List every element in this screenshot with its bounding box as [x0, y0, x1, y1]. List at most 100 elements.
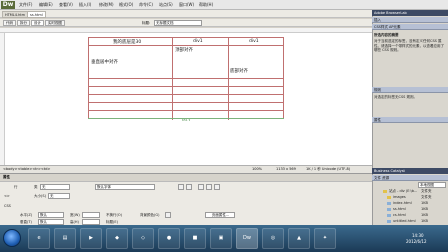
- width-input[interactable]: [82, 212, 100, 218]
- table-cell[interactable]: div1: [193, 39, 203, 44]
- table-cell[interactable]: 底部对齐: [230, 68, 248, 74]
- file-size: 1KB: [421, 213, 428, 217]
- taskbar-app-icon[interactable]: ■: [184, 228, 206, 249]
- layout-table[interactable]: 我的底层是30 div1 div1 垂直居中对齐 顶部对齐 底部对齐: [88, 37, 284, 120]
- menu-view[interactable]: 查看(V): [59, 2, 73, 8]
- menu-site[interactable]: 站点(S): [159, 2, 173, 8]
- table-cell[interactable]: div1: [249, 39, 259, 44]
- font-select[interactable]: 默认字体: [95, 184, 155, 190]
- clock-time[interactable]: 14:30: [412, 233, 424, 238]
- file-info: 1K / 1 秒 Unicode (UTF-8): [306, 167, 351, 171]
- window-size[interactable]: 1133 x 569: [276, 166, 296, 173]
- css-icon: CSS: [4, 204, 11, 208]
- file-size: 1KB: [421, 219, 428, 223]
- horz-label: 水平(Z): [20, 213, 33, 217]
- file-icon: [387, 213, 391, 217]
- file-list-item[interactable]: untitled.html: [387, 219, 416, 224]
- file-size: 1KB: [421, 201, 428, 205]
- taskbar-media-icon[interactable]: ▶: [80, 228, 102, 249]
- size-select[interactable]: 无: [48, 193, 70, 199]
- menu-modify[interactable]: 修改(M): [99, 2, 114, 8]
- menu-help[interactable]: 帮助(H): [199, 2, 213, 8]
- align-right-icon[interactable]: [214, 184, 220, 190]
- class-label: 类: [34, 185, 38, 189]
- taskbar-app-icon[interactable]: ▣: [210, 228, 232, 249]
- file-icon: [387, 201, 391, 205]
- file-list-item[interactable]: ss.html: [387, 207, 406, 212]
- folder-icon: [383, 189, 387, 193]
- file-size: 文件夹: [421, 195, 432, 199]
- taskbar-app-icon[interactable]: ▲: [288, 228, 310, 249]
- html-icon: <>: [4, 194, 10, 198]
- properties-header[interactable]: 属性: [0, 173, 372, 181]
- browserlab-header[interactable]: Adobe BrowserLab: [372, 10, 448, 16]
- class-select[interactable]: 无: [40, 184, 70, 190]
- italic-icon[interactable]: [186, 184, 192, 190]
- local-view-select[interactable]: 本地视图: [418, 182, 446, 188]
- menu-commands[interactable]: 命令(C): [139, 2, 153, 8]
- properties-panel: 行 <> CSS 类 无 默认字体 大小(S) 无 水平(Z) 默认 垂直(T)…: [0, 181, 372, 225]
- menu-format[interactable]: 格式(O): [119, 2, 133, 8]
- clock-date[interactable]: 2012/6/12: [406, 239, 427, 244]
- tag-selector[interactable]: <body><table><tr><td>: [3, 166, 50, 173]
- folder-icon: [387, 195, 391, 199]
- taskbar-app-icon[interactable]: ◎: [262, 228, 284, 249]
- taskbar-app-icon[interactable]: ◇: [132, 228, 154, 249]
- file-list-item[interactable]: images: [387, 195, 406, 200]
- taskbar-app-icon[interactable]: ✦: [314, 228, 336, 249]
- align-center-icon[interactable]: [206, 184, 212, 190]
- app-logo: Dw: [1, 1, 15, 9]
- live-view-button[interactable]: 实时视图: [45, 20, 65, 26]
- table-width-indicator[interactable]: 651 ▾: [88, 118, 284, 122]
- file-icon: [387, 207, 391, 211]
- document-tab-bar: [0, 10, 372, 18]
- status-bar: <body><table><tr><td> 100% 1133 x 569 1K…: [0, 165, 372, 173]
- width-label: 宽(W): [70, 213, 80, 217]
- row-label: 行: [14, 185, 18, 189]
- taskbar-explorer-icon[interactable]: ▤: [54, 228, 76, 249]
- file-list-item[interactable]: cs.html: [387, 213, 406, 218]
- menu-edit[interactable]: 编辑(E): [39, 2, 53, 8]
- start-button[interactable]: [3, 229, 21, 247]
- file-list-item[interactable]: index.html: [387, 201, 412, 206]
- file-size: 文件夹: [421, 189, 432, 193]
- page-properties-button[interactable]: 页面属性...: [205, 212, 235, 218]
- css-styles-tab[interactable]: CSS样式 AP元素: [372, 24, 448, 30]
- menu-window[interactable]: 窗口(W): [179, 2, 194, 8]
- menu-insert[interactable]: 插入(I): [79, 2, 91, 8]
- nowrap-label[interactable]: 不换行(O): [106, 213, 122, 218]
- design-view-button[interactable]: 设计: [31, 20, 44, 26]
- css-summary-text: 对于当前选定的标签，没有定义任何CSS 属性。请选择一个带样式的元素，以查看应用…: [374, 39, 444, 52]
- taskbar-app-icon[interactable]: ◆: [106, 228, 128, 249]
- system-tray: 14:30 2012/6/12: [372, 228, 448, 249]
- rules-header[interactable]: 规则: [372, 87, 448, 93]
- file-size: 1KB: [421, 207, 428, 211]
- table-cell[interactable]: 垂直居中对齐: [91, 59, 118, 65]
- rules-text: 对选定的标签无CSS 规则。: [374, 95, 417, 99]
- bold-icon[interactable]: [178, 184, 184, 190]
- business-catalyst-header[interactable]: Business Catalyst: [372, 168, 448, 174]
- file-list-item[interactable]: 站点 - div (E:\b...: [383, 189, 417, 194]
- horz-select[interactable]: 默认: [38, 212, 64, 218]
- taskbar-app-icon[interactable]: ●: [158, 228, 180, 249]
- code-view-button[interactable]: 代码: [3, 20, 16, 26]
- align-left-icon[interactable]: [198, 184, 204, 190]
- files-panel-tab[interactable]: 文件 资源: [372, 175, 448, 181]
- page-title-input[interactable]: 无标题文档: [154, 20, 202, 26]
- tab-ss-html[interactable]: ss.html: [27, 11, 46, 18]
- title-label: 标题:: [142, 21, 151, 25]
- taskbar-ie-icon[interactable]: e: [28, 228, 50, 249]
- menu-file[interactable]: 文件(F): [19, 2, 32, 8]
- file-icon: [387, 219, 391, 223]
- table-cell[interactable]: 我的底层是30: [113, 39, 141, 45]
- color-swatch-icon[interactable]: [165, 212, 171, 218]
- taskbar-dreamweaver-icon[interactable]: Dw: [236, 228, 258, 249]
- tab-html4[interactable]: HTML4.htm: [2, 11, 29, 18]
- bg-color-label: 背景颜色(G): [140, 213, 160, 217]
- table-cell[interactable]: 顶部对齐: [175, 47, 193, 53]
- properties-section-header[interactable]: 属性: [372, 117, 448, 123]
- css-summary-heading: 所选内容的摘要: [374, 33, 399, 37]
- split-view-button[interactable]: 拆分: [17, 20, 30, 26]
- insert-panel-tab[interactable]: 插入: [372, 17, 448, 23]
- zoom-level[interactable]: 100%: [252, 166, 262, 173]
